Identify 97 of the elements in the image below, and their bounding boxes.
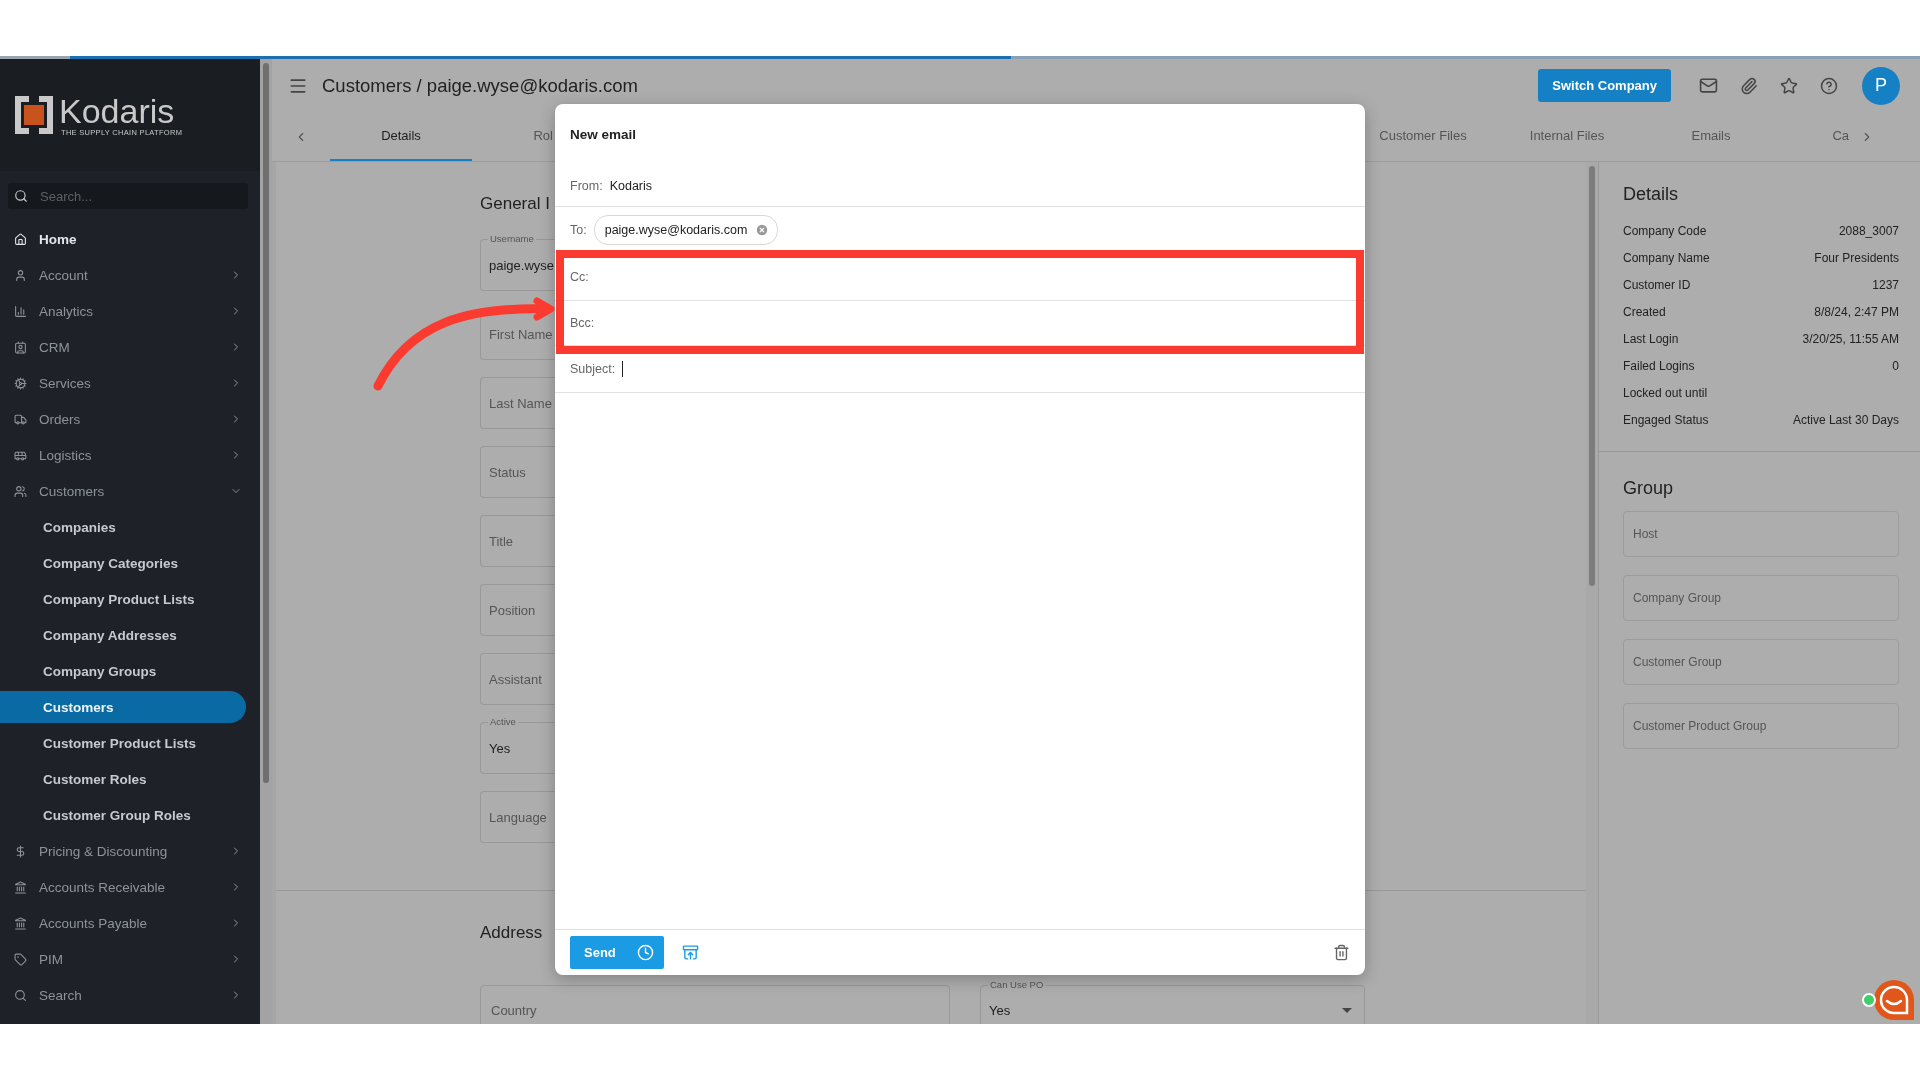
nav-item[interactable]: Accounts Payable: [0, 907, 260, 939]
nav-item[interactable]: Orders: [0, 403, 260, 435]
nav-icon: [14, 880, 27, 894]
nav-subitem[interactable]: Company Addresses: [0, 619, 260, 651]
caret-icon: [1342, 1007, 1352, 1013]
scrollbar-thumb[interactable]: [263, 63, 269, 783]
dialog-title: New email: [569, 126, 638, 144]
nav-item[interactable]: Search: [0, 979, 260, 1011]
subject-label: Subject:: [570, 362, 616, 376]
remove-icon[interactable]: [755, 222, 770, 237]
detail-label: Failed Logins: [1623, 358, 1695, 373]
tab[interactable]: Emails: [1639, 112, 1783, 161]
detail-value: Four Presidents: [1814, 250, 1899, 265]
brand-name: Kodaris: [59, 93, 176, 128]
text-field[interactable]: Title: [480, 515, 555, 567]
group-field[interactable]: Customer Product Group: [1623, 703, 1899, 749]
nav-subitem[interactable]: Customers: [0, 691, 246, 723]
nav-icon: [14, 268, 27, 282]
user-avatar[interactable]: P: [1862, 66, 1900, 105]
nav-icon: [14, 412, 27, 426]
nav-item[interactable]: PIM: [0, 943, 260, 975]
from-value: Kodaris: [609, 178, 653, 193]
detail-label: Last Login: [1623, 331, 1679, 346]
detail-value: 8/8/24, 2:47 PM: [1814, 304, 1899, 319]
group-field[interactable]: Host: [1623, 511, 1899, 557]
nav-icon: [14, 952, 27, 966]
send-button[interactable]: Send: [570, 936, 664, 969]
nav-item[interactable]: Account: [0, 259, 260, 291]
country-field[interactable]: Country: [480, 985, 950, 1024]
nav-item[interactable]: Accounts Receivable: [0, 871, 260, 903]
nav-subitem[interactable]: Customer Product Lists: [0, 727, 260, 759]
help-icon[interactable]: [1820, 76, 1838, 95]
bcc-field[interactable]: Bcc:: [570, 316, 595, 330]
nav-item[interactable]: CRM: [0, 331, 260, 363]
nav-subitem[interactable]: Company Categories: [0, 547, 260, 579]
tab[interactable]: Rol: [472, 112, 553, 161]
switch-company-button[interactable]: Switch Company: [1538, 69, 1671, 102]
page-title: Customers / paige.wyse@kodaris.com: [322, 74, 639, 97]
nav-icon: [14, 484, 27, 498]
search-field[interactable]: Search...: [8, 183, 248, 209]
nav-item[interactable]: Analytics: [0, 295, 260, 327]
tray-icon[interactable]: [682, 944, 699, 961]
scrollbar-thumb[interactable]: [1589, 166, 1595, 586]
tab[interactable]: Ca: [1783, 112, 1849, 161]
nav-icon: [14, 340, 27, 354]
nav-icon: [14, 376, 27, 390]
panel-title: Details: [1623, 184, 1680, 205]
section-title: Address: [480, 923, 544, 944]
group-field[interactable]: Customer Group: [1623, 639, 1899, 685]
text-field[interactable]: Last Name: [480, 377, 555, 429]
group-field[interactable]: Company Group: [1623, 575, 1899, 621]
recipient-chip[interactable]: paige.wyse@kodaris.com: [593, 214, 779, 245]
text-field[interactable]: Language: [480, 791, 555, 843]
text-field[interactable]: Status: [480, 446, 555, 498]
logo-icon: [15, 96, 53, 134]
text-field[interactable]: Assistant: [480, 653, 555, 705]
panel-title: Group: [1623, 478, 1675, 499]
nav-item[interactable]: Customers: [0, 475, 260, 507]
text-field[interactable]: Position: [480, 584, 555, 636]
detail-label: Locked out until: [1623, 385, 1708, 400]
section-title: General I: [480, 194, 551, 215]
detail-value: 1237: [1872, 277, 1899, 292]
mail-icon[interactable]: [1699, 76, 1718, 95]
clock-icon[interactable]: [637, 944, 654, 961]
paperclip-icon[interactable]: [1740, 76, 1758, 95]
nav-subitem[interactable]: Customer Roles: [0, 763, 260, 795]
detail-label: Company Code: [1623, 223, 1707, 238]
star-icon[interactable]: [1780, 76, 1798, 95]
nav-subitem[interactable]: Company Product Lists: [0, 583, 260, 615]
from-label: From:: [570, 178, 603, 193]
cc-field[interactable]: Cc:: [570, 269, 589, 284]
nav-icon: [14, 232, 27, 246]
detail-label: Engaged Status: [1623, 412, 1709, 427]
nav-subitem[interactable]: Company Groups: [0, 655, 260, 687]
nav-item[interactable]: Logistics: [0, 439, 260, 471]
text-cursor: [622, 361, 624, 377]
nav-icon: [14, 916, 27, 930]
detail-value: 0: [1892, 358, 1899, 373]
detail-label: Created: [1623, 304, 1666, 319]
detail-value: 2088_3007: [1838, 223, 1899, 238]
to-label: To:: [570, 222, 587, 237]
nav-icon: [14, 844, 27, 858]
detail-value: Active Last 30 Days: [1792, 412, 1899, 427]
nav-item[interactable]: Home: [0, 223, 260, 255]
nav-icon: [14, 988, 27, 1002]
nav-subitem[interactable]: Customer Group Roles: [0, 799, 260, 831]
nav-item[interactable]: Pricing & Discounting: [0, 835, 260, 867]
detail-label: Customer ID: [1623, 277, 1691, 292]
tab[interactable]: Internal Files: [1495, 112, 1639, 161]
search-icon: [14, 189, 28, 203]
nav-icon: [14, 304, 27, 318]
trash-icon[interactable]: [1333, 944, 1350, 961]
detail-label: Company Name: [1623, 250, 1710, 265]
nav-item[interactable]: Services: [0, 367, 260, 399]
detail-value: 3/20/25, 11:55 AM: [1802, 331, 1899, 346]
nav-subitem[interactable]: Companies: [0, 511, 260, 543]
chat-icon[interactable]: [1872, 978, 1916, 1022]
